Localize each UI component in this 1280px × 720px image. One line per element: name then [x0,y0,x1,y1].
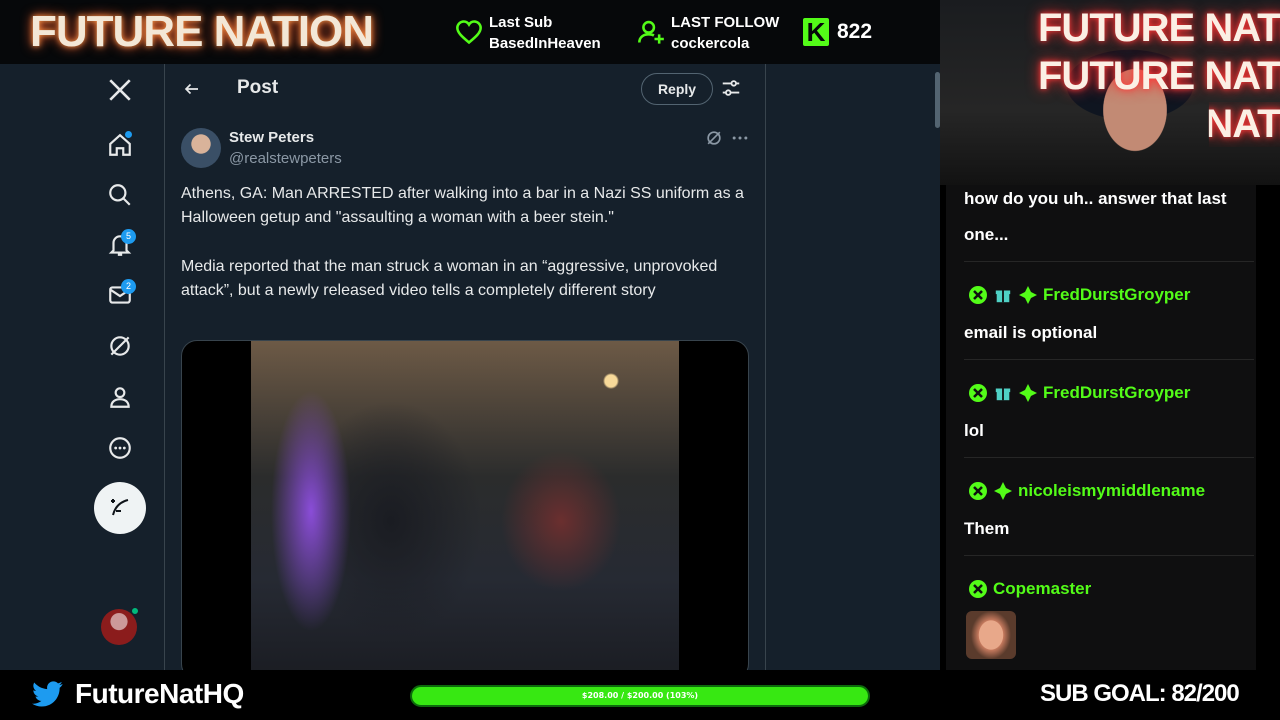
reply-button[interactable]: Reply [641,73,713,105]
diamond-badge-icon [1018,383,1038,403]
brand-logo: FUTURE NATION [30,7,374,56]
add-user-icon [638,20,664,44]
chat-username[interactable]: Copemaster [993,579,1091,599]
notifications-icon[interactable]: 5 [100,225,140,265]
profile-icon[interactable] [100,377,140,417]
feather-plus-icon [111,499,129,516]
grok-icon[interactable] [100,326,140,366]
neon-sign-line-1: FUTURE NATION [1038,6,1280,50]
author-name[interactable]: Stew Peters [229,129,314,146]
chat-message-text: Them [964,519,1010,538]
chat-username[interactable]: nicoleismymiddlename [1018,481,1205,501]
stream-bottom-bar: FutureNatHQ $208.00 / $200.00 (103%) SUB… [0,670,1280,720]
gift-badge-icon [993,285,1013,305]
last-follow-label: LAST FOLLOW [671,14,780,31]
kick-badge-icon [968,481,988,501]
post-video-player[interactable] [181,340,749,670]
chat-username[interactable]: FredDurstGroyper [1043,285,1190,305]
chat-message-text: lol [964,421,984,440]
more-options-icon[interactable] [730,128,750,148]
chat-username-row: FredDurstGroyper [968,282,1190,308]
chat-divider [964,261,1254,262]
chat-divider [964,555,1254,556]
chat-username[interactable]: FredDurstGroyper [1043,383,1190,403]
kick-follower-count: K 822 [803,16,872,48]
kick-count: 822 [837,20,873,43]
neon-sign-line-3: FUTURE NATION [1038,102,1280,146]
account-avatar[interactable] [101,609,137,645]
chat-message-text: how do you uh.. answer that last one... [964,189,1227,244]
kick-badge-icon [968,579,988,599]
page-title: Post [237,77,279,98]
last-sub-label: Last Sub [489,14,553,31]
home-unread-dot [125,131,132,138]
right-sidebar-empty [766,64,940,670]
donation-goal-progress-bar: $208.00 / $200.00 (103%) [410,685,870,707]
messages-icon[interactable]: 2 [100,275,140,315]
chat-username-row: Copemaster [968,576,1091,602]
compose-post-button[interactable] [94,482,146,534]
notifications-badge: 5 [121,229,136,244]
chat-divider [964,359,1254,360]
back-arrow-icon[interactable] [179,76,205,102]
diamond-badge-icon [1018,285,1038,305]
x-sidebar: 5 2 [0,64,165,670]
chat-username-row: nicoleismymiddlename [968,478,1205,504]
grok-icon[interactable] [704,128,724,148]
last-sub-widget: Last Sub BasedInHeaven [455,12,615,56]
account-status-dot [131,607,139,615]
diamond-badge-icon [993,481,1013,501]
progress-label: $208.00 / $200.00 (103%) [581,691,699,700]
kick-badge-icon [968,285,988,305]
last-sub-name: BasedInHeaven [489,35,601,52]
stream-top-bar: FUTURE NATION Last Sub BasedInHeaven LAS… [0,0,940,64]
kick-logo-icon: K [803,18,829,46]
x-app-window: 5 2 Post Reply Stew Peters @realstewpete… [0,64,940,670]
sub-goal-counter: SUB GOAL: 82/200 [1040,680,1240,707]
chat-username-row: FredDurstGroyper [968,380,1190,406]
chat-emote-face [966,611,1016,659]
twitter-bird-icon [32,681,63,707]
post-text-paragraph-2: Media reported that the man struck a wom… [181,258,718,299]
home-icon[interactable] [100,125,140,165]
stream-layout: FUTURE NATION Last Sub BasedInHeaven LAS… [0,0,1280,720]
video-frame[interactable] [251,341,679,670]
chat-message-text: email is optional [964,323,1098,342]
post-detail-column: Post Reply Stew Peters @realstewpeters A… [165,64,766,670]
heart-icon [456,20,482,45]
author-avatar[interactable] [181,128,221,168]
post-header: Post Reply [165,64,765,116]
search-icon[interactable] [100,175,140,215]
more-circle-icon[interactable] [100,428,140,468]
sliders-icon[interactable] [720,77,742,99]
kick-badge-icon [968,383,988,403]
twitter-handle: FutureNatHQ [75,678,244,709]
author-handle[interactable]: @realstewpeters [229,150,342,167]
chat-divider [964,457,1254,458]
last-follow-name: cockercola [671,35,750,52]
neon-sign-line-2: FUTURE NATION [1038,54,1280,98]
messages-badge: 2 [121,279,136,294]
last-follow-widget: LAST FOLLOW cockercola [637,12,797,56]
post-text-paragraph-1: Athens, GA: Man ARRESTED after walking i… [181,185,744,226]
gift-badge-icon [993,383,1013,403]
stream-chat: how do you uh.. answer that last one... … [946,185,1256,670]
webcam-feed: FUTURE NATION FUTURE NATION FUTURE NATIO… [940,0,1280,185]
x-logo-icon[interactable] [100,70,140,110]
